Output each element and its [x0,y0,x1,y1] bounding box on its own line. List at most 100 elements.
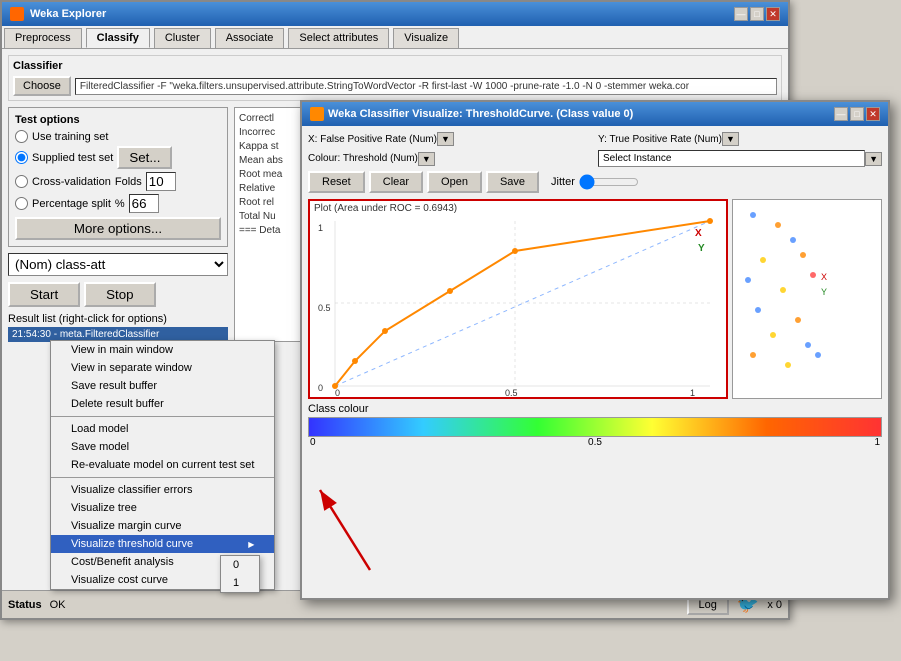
classifier-text: FilteredClassifier -F "weka.filters.unsu… [75,78,777,95]
select-instance-field[interactable]: Select Instance [598,150,865,167]
submenu-arrow-threshold [248,538,254,550]
vis-close-button[interactable]: ✕ [866,107,880,121]
tab-select-attributes[interactable]: Select attributes [288,28,389,48]
colour-dropdown[interactable]: ▼ [418,152,435,166]
vis-content: X: False Positive Rate (Num) ▼ Y: True P… [302,126,888,454]
open-button[interactable]: Open [427,171,482,193]
result-list-label: Result list (right-click for options) [8,313,228,325]
jitter-label: Jitter [551,176,575,188]
menu-separator-2 [51,477,274,478]
label-training-set: Use training set [32,131,108,143]
context-menu: View in main window View in separate win… [50,340,275,590]
roc-curve-svg: 1 0.5 0 0 0.5 1 [310,201,730,401]
jitter-slider[interactable] [579,174,639,190]
reset-button[interactable]: Reset [308,171,365,193]
tab-visualize[interactable]: Visualize [393,28,459,48]
label-percent: % [115,198,125,210]
menu-item-view-main[interactable]: View in main window [51,341,274,359]
label-cross-validation: Cross-validation [32,176,111,188]
label-folds: Folds [115,176,142,188]
tab-classify[interactable]: Classify [86,28,150,48]
class-att-select[interactable]: (Nom) class-att [8,253,228,276]
roc-plot: Plot (Area under ROC = 0.6943) 1 0.5 0 0… [308,199,728,399]
close-button[interactable]: ✕ [766,7,780,21]
x-axis-label: X: False Positive Rate (Num) [308,134,437,145]
tab-bar: Preprocess Classify Cluster Associate Se… [2,26,788,49]
choose-button[interactable]: Choose [13,76,71,96]
main-title-bar: Weka Explorer — □ ✕ [2,2,788,26]
set-button[interactable]: Set... [117,146,172,169]
start-button[interactable]: Start [8,282,80,307]
menu-item-save-model[interactable]: Save model [51,438,274,456]
tab-associate[interactable]: Associate [215,28,285,48]
submenu-item-0[interactable]: 0 [221,556,259,574]
svg-text:1: 1 [318,223,323,233]
scale-label-05: 0.5 [588,437,602,448]
svg-text:0.5: 0.5 [318,303,331,313]
y-axis-dropdown[interactable]: ▼ [722,132,739,146]
maximize-button[interactable]: □ [750,7,764,21]
minimize-button[interactable]: — [734,7,748,21]
menu-item-visualize-threshold[interactable]: Visualize threshold curve [51,535,274,553]
radio-percentage-split[interactable] [15,197,28,210]
vis-window-icon [310,107,324,121]
status-value: OK [50,599,66,611]
svg-text:1: 1 [690,388,695,398]
menu-item-view-separate[interactable]: View in separate window [51,359,274,377]
menu-item-visualize-tree[interactable]: Visualize tree [51,499,274,517]
submenu-item-1[interactable]: 1 [221,574,259,592]
classifier-section: Classifier Choose FilteredClassifier -F … [8,55,782,101]
more-options-button[interactable]: More options... [15,217,221,240]
svg-text:X: X [695,228,702,239]
main-window-title: Weka Explorer [30,8,106,20]
svg-text:X: X [821,272,827,282]
svg-text:Y: Y [821,287,827,297]
radio-cross-validation[interactable] [15,175,28,188]
test-options: Test options Use training set Supplied t… [8,107,228,247]
tab-preprocess[interactable]: Preprocess [4,28,82,48]
vis-maximize-button[interactable]: □ [850,107,864,121]
weka-icon [10,7,24,21]
scatter-plot: X Y [732,199,882,399]
label-percentage-split: Percentage split [32,198,111,210]
x0-label: x 0 [767,599,782,611]
svg-text:Y: Y [698,243,705,254]
menu-item-load-model[interactable]: Load model [51,420,274,438]
scatter-svg: X Y [733,200,881,398]
radio-supplied-test[interactable] [15,151,28,164]
stop-button[interactable]: Stop [84,282,155,307]
y-axis-label: Y: True Positive Rate (Num) [598,134,722,145]
svg-text:0: 0 [335,388,340,398]
label-supplied-test: Supplied test set [32,152,113,164]
vis-title-bar: Weka Classifier Visualize: ThresholdCurv… [302,102,888,126]
save-button[interactable]: Save [486,171,539,193]
colour-label: Colour: Threshold (Num) [308,153,418,164]
pct-input[interactable] [129,194,159,213]
menu-item-save-result[interactable]: Save result buffer [51,377,274,395]
select-instance-dropdown[interactable]: ▼ [865,152,882,166]
folds-input[interactable] [146,172,176,191]
status-label: Status [8,599,42,611]
vis-minimize-button[interactable]: — [834,107,848,121]
svg-text:0.5: 0.5 [505,388,518,398]
clear-button[interactable]: Clear [369,171,423,193]
svg-text:0: 0 [318,383,323,393]
scale-label-1: 1 [874,437,880,448]
menu-item-visualize-errors[interactable]: Visualize classifier errors [51,481,274,499]
menu-item-reevaluate[interactable]: Re-evaluate model on current test set [51,456,274,474]
test-options-title: Test options [15,114,221,126]
colour-scale: 0 0.5 1 [308,437,882,448]
menu-item-visualize-margin[interactable]: Visualize margin curve [51,517,274,535]
vis-window-title: Weka Classifier Visualize: ThresholdCurv… [328,108,633,120]
classifier-label: Classifier [13,60,777,72]
radio-training-set[interactable] [15,130,28,143]
visualizer-window: Weka Classifier Visualize: ThresholdCurv… [300,100,890,600]
plot-area: Plot (Area under ROC = 0.6943) 1 0.5 0 0… [308,199,882,399]
menu-separator-1 [51,416,274,417]
tab-cluster[interactable]: Cluster [154,28,211,48]
x-axis-dropdown[interactable]: ▼ [437,132,454,146]
menu-item-delete-result[interactable]: Delete result buffer [51,395,274,413]
threshold-submenu: 0 1 [220,555,260,593]
colour-gradient [308,417,882,437]
scale-label-0: 0 [310,437,316,448]
